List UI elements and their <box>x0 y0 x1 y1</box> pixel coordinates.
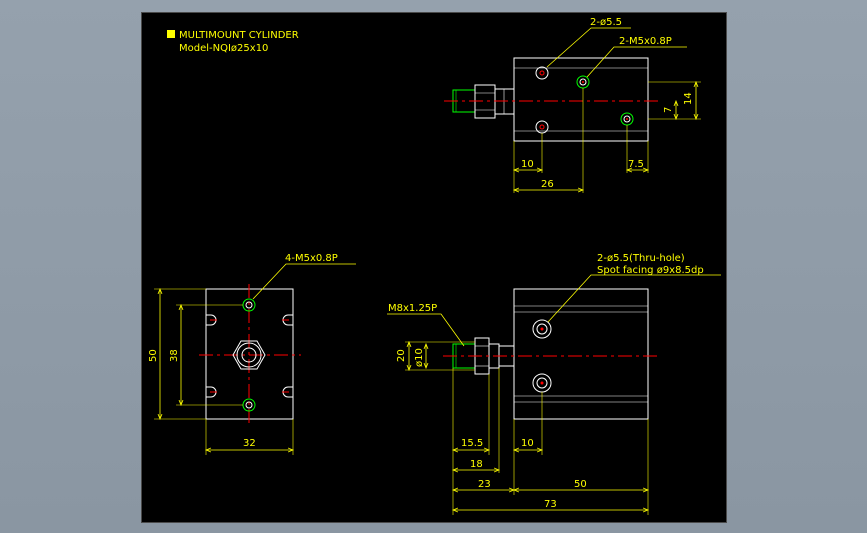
top-view-threaded-hole <box>620 112 634 126</box>
title-line2: Model-NQIø25x10 <box>179 43 268 54</box>
dim-end-38: 38 <box>169 349 180 362</box>
dim-side-15-5: 15.5 <box>461 438 483 449</box>
dim-top-10: 10 <box>521 159 534 170</box>
dim-side-73: 73 <box>544 499 557 510</box>
top-callout-leader <box>586 46 687 78</box>
dim-top-7-5: 7.5 <box>628 159 644 170</box>
dim-side-50: 50 <box>574 479 587 490</box>
title-block: MULTIMOUNT CYLINDER Model-NQIø25x10 <box>167 30 299 54</box>
end-callout-threads: 4-M5x0.8P <box>285 253 338 264</box>
dim-top-14: 14 <box>683 92 694 105</box>
side-view: 2-ø5.5(Thru-hole) Spot facing ø9x8.5dp M… <box>387 253 721 515</box>
cad-drawing: MULTIMOUNT CYLINDER Model-NQIø25x10 2-ø5… <box>148 17 721 515</box>
side-view-hole <box>532 373 552 393</box>
dim-end-32: 32 <box>243 438 256 449</box>
dim-side-10: 10 <box>521 438 534 449</box>
dim-side-23: 23 <box>478 479 491 490</box>
dim-side-20: 20 <box>396 349 407 362</box>
side-callout-leader <box>387 313 465 347</box>
side-callout-line2: Spot facing ø9x8.5dp <box>597 265 704 276</box>
top-callout-holes: 2-ø5.5 <box>590 17 622 28</box>
side-callout-leader <box>547 274 721 323</box>
dim-top-7: 7 <box>663 107 674 113</box>
title-line1: MULTIMOUNT CYLINDER <box>179 30 299 41</box>
side-callout-line1: 2-ø5.5(Thru-hole) <box>597 253 685 264</box>
top-view-threaded-hole <box>576 75 590 89</box>
end-view: 4-M5x0.8P 50 38 32 <box>148 253 356 455</box>
drawing-viewport[interactable]: MULTIMOUNT CYLINDER Model-NQIø25x10 2-ø5… <box>141 12 727 523</box>
end-callout-leader <box>252 263 356 300</box>
title-marker <box>167 30 175 38</box>
top-view-body <box>513 57 649 142</box>
top-callout-threads: 2-M5x0.8P <box>619 36 672 47</box>
dim-top-26: 26 <box>541 179 554 190</box>
top-callout-leader <box>546 27 631 68</box>
side-view-hole <box>532 319 552 339</box>
dim-side-phi10: ø10 <box>414 348 425 367</box>
dim-side-18: 18 <box>470 459 483 470</box>
top-view: 2-ø5.5 2-M5x0.8P 14 7 10 7.5 26 <box>444 17 701 193</box>
side-view-body <box>513 288 649 420</box>
side-callout-thread: M8x1.25P <box>388 303 437 314</box>
dim-end-50: 50 <box>148 349 159 362</box>
top-view-hole <box>535 66 549 80</box>
